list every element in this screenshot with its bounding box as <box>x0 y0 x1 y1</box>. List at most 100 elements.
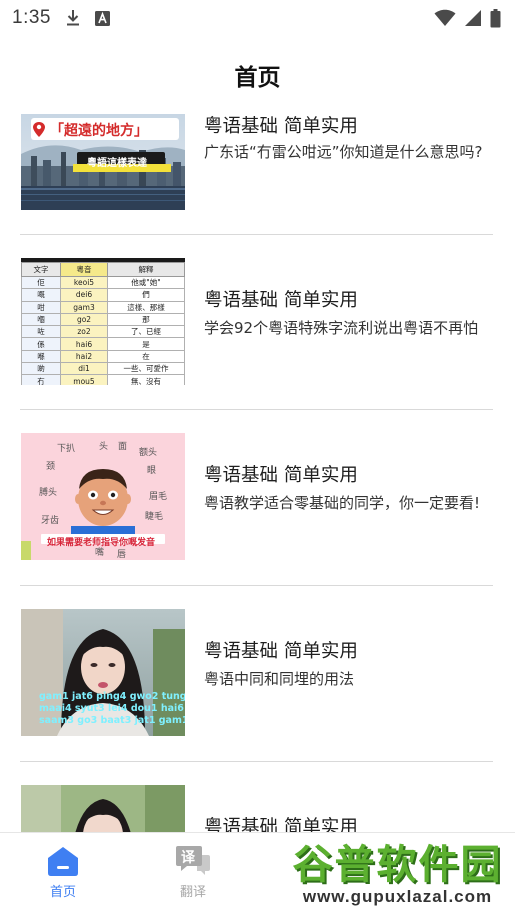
table-cell: 在 <box>107 349 185 364</box>
page-title: 首页 <box>234 65 281 91</box>
table-row: 佢 keoi5 他或"她" <box>21 275 185 290</box>
table-row: 咁 gam3 這樣、那樣 <box>21 300 185 314</box>
subtitle-line: maai4 syut3 lei4 dou1 hai6 <box>39 703 184 714</box>
download-icon <box>66 10 79 26</box>
table-row: 咗 zo2 了、已經 <box>21 325 185 339</box>
table-row: 啲 di1 一些、可愛作 <box>21 362 185 376</box>
list-item[interactable]: 粤语基础 简单实用 <box>20 762 493 832</box>
table-cell: dei6 <box>60 288 108 302</box>
table-cell: hai6 <box>60 337 108 351</box>
table-header-cell: 文字 <box>21 262 61 277</box>
table-header-cell: 解釋 <box>107 262 185 277</box>
video-title: 粤语基础 简单实用 <box>204 290 358 311</box>
subtitle-line: saam3 go3 baat3 jat1 gam1 <box>39 715 185 726</box>
face-part-label: 眼 <box>147 466 157 476</box>
video-thumbnail <box>21 785 185 832</box>
face-part-label: 颈 <box>46 462 56 472</box>
table-header-cell: 粵音 <box>60 262 108 277</box>
table-cell: 嗰 <box>21 312 61 327</box>
video-thumbnail: 文字 粵音 解釋 佢 keoi5 他或"她" 嘅 dei6 們咁 gam3 這樣、那樣嗰 go2… <box>21 258 185 385</box>
table-cell: 咁 <box>21 300 61 314</box>
video-description: 粤语中同和同埋的用法 <box>204 670 355 688</box>
tab-translate-label: 翻译 <box>179 885 206 900</box>
tab-translate[interactable]: 译 翻译 <box>158 845 228 900</box>
battery-icon <box>490 8 501 27</box>
video-description: 学会92个粤语特殊字流利说出粤语不再怕 <box>204 319 479 337</box>
subtitle-line: gam1 jat6 ping4 gwo2 tung4 <box>39 691 185 702</box>
pronunciation-table-body: 佢 keoi5 他或"她" 嘅 dei6 們咁 gam3 這樣、那樣嗰 go2 那咗 zo2 了、已經… <box>21 275 185 385</box>
video-title: 粤语基础 简单实用 <box>204 641 358 662</box>
pronunciation-table: 文字 粵音 解釋 佢 keoi5 他或"她" 嘅 dei6 們咁 gam3 這樣、那樣嗰 go2… <box>21 262 185 385</box>
status-bar: 1:35 <box>0 0 515 36</box>
status-right <box>434 8 501 28</box>
wifi-icon <box>434 9 456 26</box>
watermark-url: www.gupuxlazal.com <box>302 887 493 906</box>
video-title: 粤语基础 简单实用 <box>204 116 358 137</box>
video-thumbnail: 下扒 头 面 额头 颈 眼 膊头 眉毛 牙齿 睫毛 嘴 唇 如果需要老师指导你嘅… <box>21 433 185 560</box>
tab-home-label: 首页 <box>49 885 76 900</box>
header: 首页 <box>0 50 515 100</box>
table-cell: 無、沒有 <box>107 374 185 385</box>
table-cell: 喺 <box>21 349 61 364</box>
table-row: 嗰 go2 那 <box>21 312 185 327</box>
face-part-label: 牙齿 <box>41 516 60 526</box>
table-cell: 冇 <box>21 374 61 385</box>
face-part-label: 膊头 <box>39 488 58 498</box>
list-item[interactable]: gam1 jat6 ping4 gwo2 tung4 maai4 syut3 l… <box>20 586 493 761</box>
video-title: 粤语基础 简单实用 <box>204 817 358 832</box>
face-part-label: 眉毛 <box>149 492 168 502</box>
status-left: 1:35 <box>12 7 110 29</box>
table-cell: 啲 <box>21 362 61 376</box>
video-description: 广东话“冇雷公咁远”你知道是什么意思吗? <box>204 143 483 161</box>
signal-icon <box>465 10 481 26</box>
table-row: 係 hai6 是 <box>21 337 185 351</box>
video-title: 粤语基础 简单实用 <box>204 465 358 486</box>
table-cell: 那 <box>107 312 185 327</box>
table-cell: 佢 <box>21 275 61 290</box>
table-row: 喺 hai2 在 <box>21 349 185 364</box>
face-part-label: 头 <box>99 442 109 452</box>
thumbnail-caption: 「超遠的地方」 <box>50 123 148 139</box>
table-cell: zo2 <box>60 325 108 339</box>
table-cell: 係 <box>21 337 61 351</box>
thumbnail-subcaption: 粵語這樣表達 <box>87 158 147 169</box>
watermark-logo: 谷普软件园 www.gupuxlazal.com <box>282 836 513 914</box>
face-part-label: 唇 <box>117 550 127 560</box>
table-cell: 嘅 <box>21 288 61 302</box>
list-item[interactable]: 文字 粵音 解釋 佢 keoi5 他或"她" 嘅 dei6 們咁 gam3 這樣、那樣嗰 go2… <box>20 235 493 410</box>
status-time: 1:35 <box>12 7 51 28</box>
table-cell: 他或"她" <box>107 275 185 290</box>
table-cell: hai2 <box>60 349 108 364</box>
table-row: 嘅 dei6 們 <box>21 288 185 302</box>
table-cell: 是 <box>107 337 185 351</box>
video-description: 粤语教学适合零基础的同学，你一定要看! <box>204 494 481 512</box>
home-icon <box>48 847 78 876</box>
table-row: 冇 mou5 無、沒有 <box>21 374 185 385</box>
list-item[interactable]: 下扒 头 面 额头 颈 眼 膊头 眉毛 牙齿 睫毛 嘴 唇 如果需要老师指导你嘅… <box>20 410 493 585</box>
table-cell: gam3 <box>60 300 108 314</box>
thumbnail-banner: 如果需要老师指导你嘅发音 <box>47 538 156 548</box>
tab-home[interactable]: 首页 <box>28 845 98 900</box>
face-part-label: 睫毛 <box>145 512 164 522</box>
table-cell: 咗 <box>21 325 61 339</box>
face-part-label: 额头 <box>139 448 158 458</box>
app-screen: 1:35 首页 「超遠的地方」 粵語這樣表達 粤语基础 简单实用 广东话“冇雷公… <box>0 0 515 917</box>
face-part-label: 面 <box>118 442 128 452</box>
table-cell: di1 <box>60 362 108 376</box>
watermark-brand: 谷普软件园 <box>292 842 503 888</box>
translate-icon-glyph: 译 <box>181 850 195 866</box>
table-cell: 這樣、那樣 <box>107 300 185 314</box>
table-cell: go2 <box>60 312 108 327</box>
table-cell: mou5 <box>60 374 108 385</box>
font-a-icon <box>94 10 110 26</box>
face-part-label: 下扒 <box>57 444 76 454</box>
speaker-photo <box>21 785 185 832</box>
translate-chat-icon: 译 <box>175 845 211 877</box>
video-thumbnail: 「超遠的地方」 粵語這樣表達 <box>21 114 185 241</box>
table-cell: 們 <box>107 288 185 302</box>
table-cell: keoi5 <box>60 275 108 290</box>
video-list[interactable]: 「超遠的地方」 粵語這樣表達 粤语基础 简单实用 广东话“冇雷公咁远”你知道是什… <box>0 100 515 832</box>
table-cell: 了、已經 <box>107 325 185 339</box>
table-cell: 一些、可愛作 <box>107 362 185 376</box>
video-thumbnail: gam1 jat6 ping4 gwo2 tung4 maai4 syut3 l… <box>21 609 185 736</box>
